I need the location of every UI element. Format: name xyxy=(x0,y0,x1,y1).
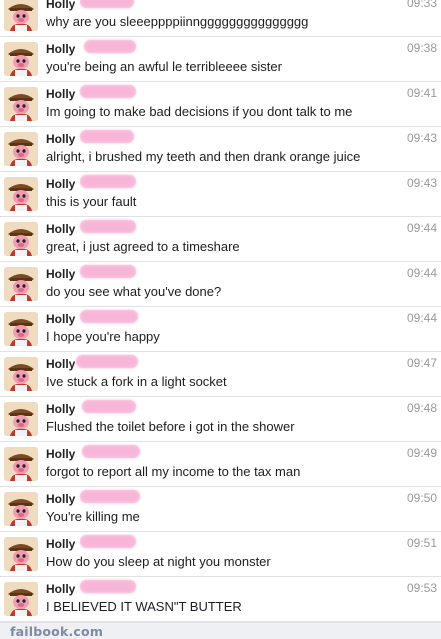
footer-brand[interactable]: failbook.com xyxy=(10,624,103,639)
sender-name: Holly xyxy=(46,492,76,506)
cartoon-avatar-icon[interactable] xyxy=(4,402,38,436)
sender-name: Holly xyxy=(46,267,76,281)
message-row: Holly 09:51 How do you sleep at night yo… xyxy=(0,532,441,577)
message-timestamp: 09:44 xyxy=(406,266,437,280)
message-row: Holly 09:50 You're killing me xyxy=(0,487,441,532)
cartoon-avatar-icon[interactable] xyxy=(4,132,38,166)
message-row: Holly 09:44 great, i just agreed to a ti… xyxy=(0,217,441,262)
sender-name: Holly xyxy=(46,447,76,461)
message-timestamp: 09:50 xyxy=(406,491,437,505)
message-text: I BELIEVED IT WASN"T BUTTER xyxy=(46,599,242,614)
cartoon-avatar-icon[interactable] xyxy=(4,312,38,346)
sender-name: Holly xyxy=(46,42,76,56)
message-timestamp: 09:48 xyxy=(406,401,437,415)
message-row: Holly 09:47 Ive stuck a fork in a light … xyxy=(0,352,441,397)
redacted-surname xyxy=(80,580,136,593)
message-text: do you see what you've done? xyxy=(46,284,222,299)
cartoon-avatar-icon[interactable] xyxy=(4,492,38,526)
redacted-surname xyxy=(80,535,136,548)
message-text: You're killing me xyxy=(46,509,140,524)
message-row: Holly 09:44 I hope you're happy xyxy=(0,307,441,352)
message-timestamp: 09:51 xyxy=(406,536,437,550)
cartoon-avatar-icon[interactable] xyxy=(4,0,38,31)
message-text: I hope you're happy xyxy=(46,329,160,344)
message-timestamp: 09:43 xyxy=(406,131,437,145)
sender-name: Holly xyxy=(46,87,76,101)
sender-name: Holly xyxy=(46,537,76,551)
message-timestamp: 09:38 xyxy=(406,41,437,55)
redacted-surname xyxy=(82,445,140,458)
message-row: Holly 09:48 Flushed the toilet before i … xyxy=(0,397,441,442)
message-text: this is your fault xyxy=(46,194,137,209)
message-text: How do you sleep at night you monster xyxy=(46,554,271,569)
message-text: forgot to report all my income to the ta… xyxy=(46,464,301,479)
message-timestamp: 09:44 xyxy=(406,311,437,325)
message-timestamp: 09:33 xyxy=(406,0,437,10)
message-text: why are you sleeeppppiinnggggggggggggggg xyxy=(46,14,309,29)
sender-name: Holly xyxy=(46,312,76,326)
cartoon-avatar-icon[interactable] xyxy=(4,582,38,616)
cartoon-avatar-icon[interactable] xyxy=(4,42,38,76)
message-row: Holly 09:38 you're being an awful le ter… xyxy=(0,37,441,82)
sender-name: Holly xyxy=(46,0,76,11)
message-timestamp: 09:47 xyxy=(406,356,437,370)
cartoon-avatar-icon[interactable] xyxy=(4,267,38,301)
redacted-surname xyxy=(84,40,136,53)
cartoon-avatar-icon[interactable] xyxy=(4,222,38,256)
redacted-surname xyxy=(80,130,134,143)
cartoon-avatar-icon[interactable] xyxy=(4,87,38,121)
redacted-surname xyxy=(80,175,136,188)
cartoon-avatar-icon[interactable] xyxy=(4,357,38,391)
redacted-surname xyxy=(80,310,138,323)
redacted-surname xyxy=(80,490,140,503)
message-row: Holly 09:49 forgot to report all my inco… xyxy=(0,442,441,487)
message-row: Holly 09:33 why are you sleeeppppiinnggg… xyxy=(0,0,441,37)
message-row: Holly 09:43 alright, i brushed my teeth … xyxy=(0,127,441,172)
message-row: Holly 09:43 this is your fault xyxy=(0,172,441,217)
message-text: Im going to make bad decisions if you do… xyxy=(46,104,353,119)
message-timestamp: 09:44 xyxy=(406,221,437,235)
message-text: great, i just agreed to a timeshare xyxy=(46,239,240,254)
sender-name: Holly xyxy=(46,582,76,596)
message-timestamp: 09:53 xyxy=(406,581,437,595)
message-text: Flushed the toilet before i got in the s… xyxy=(46,419,295,434)
message-text: you're being an awful le terribleeee sis… xyxy=(46,59,282,74)
sender-name: Holly xyxy=(46,357,76,371)
message-row: Holly 09:44 do you see what you've done? xyxy=(0,262,441,307)
site-footer: failbook.com xyxy=(0,622,441,639)
sender-name: Holly xyxy=(46,402,76,416)
message-text: Ive stuck a fork in a light socket xyxy=(46,374,227,389)
redacted-surname xyxy=(80,85,136,98)
message-timestamp: 09:43 xyxy=(406,176,437,190)
redacted-surname xyxy=(80,220,136,233)
redacted-surname xyxy=(82,400,136,413)
message-text: alright, i brushed my teeth and then dra… xyxy=(46,149,361,164)
message-row: Holly 09:41 Im going to make bad decisio… xyxy=(0,82,441,127)
redacted-surname xyxy=(80,265,136,278)
redacted-surname xyxy=(80,0,134,8)
redacted-surname xyxy=(76,355,138,368)
cartoon-avatar-icon[interactable] xyxy=(4,177,38,211)
sender-name: Holly xyxy=(46,132,76,146)
cartoon-avatar-icon[interactable] xyxy=(4,537,38,571)
sender-name: Holly xyxy=(46,222,76,236)
cartoon-avatar-icon[interactable] xyxy=(4,447,38,481)
message-feed: Holly 09:33 why are you sleeeppppiinnggg… xyxy=(0,0,441,622)
sender-name: Holly xyxy=(46,177,76,191)
message-timestamp: 09:49 xyxy=(406,446,437,460)
message-timestamp: 09:41 xyxy=(406,86,437,100)
message-row: Holly 09:53 I BELIEVED IT WASN"T BUTTER xyxy=(0,577,441,622)
